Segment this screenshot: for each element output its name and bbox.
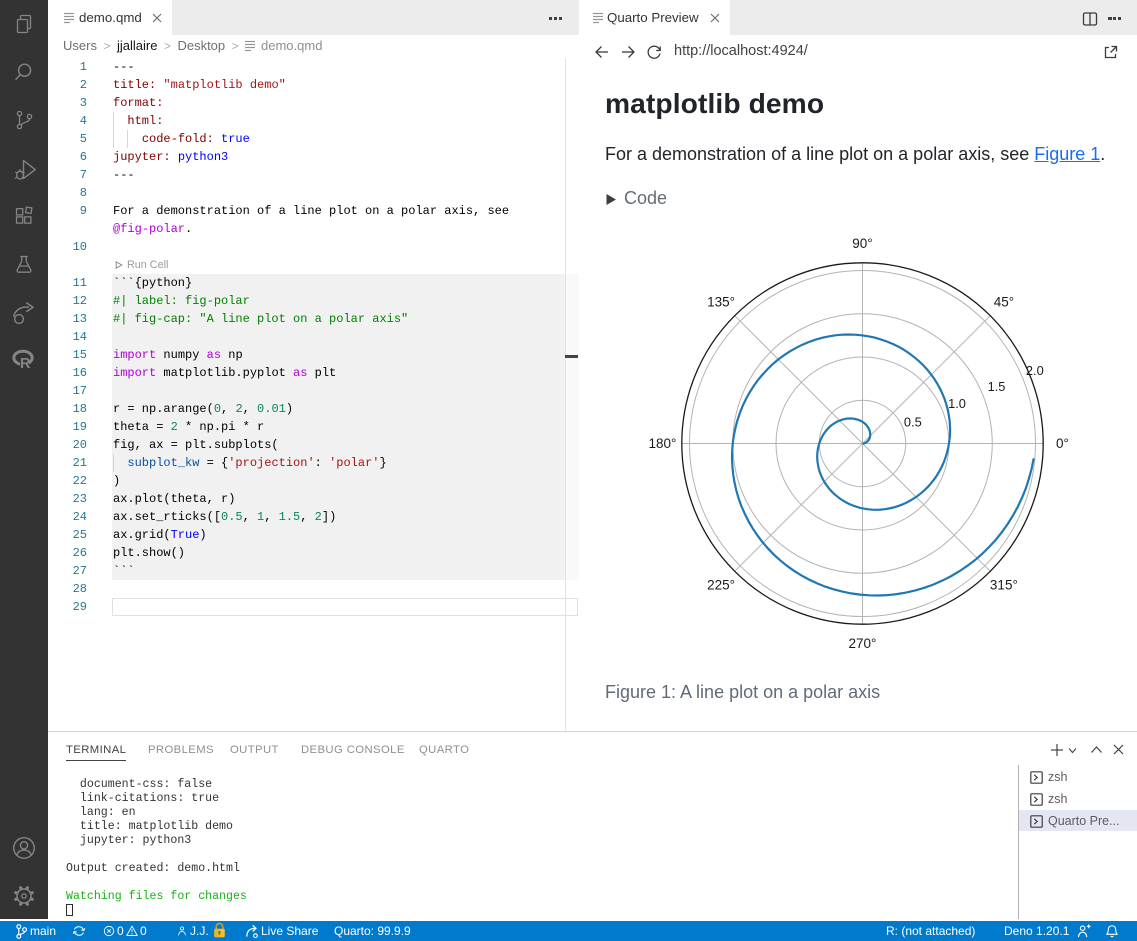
- svg-text:135°: 135°: [707, 295, 735, 310]
- svg-text:90°: 90°: [852, 236, 872, 251]
- svg-text:0.5: 0.5: [904, 415, 922, 430]
- svg-text:180°: 180°: [649, 436, 677, 451]
- svg-text:225°: 225°: [707, 577, 735, 592]
- svg-text:R: R: [20, 356, 31, 372]
- svg-text:45°: 45°: [994, 295, 1014, 310]
- svg-text:2.0: 2.0: [1026, 363, 1044, 378]
- svg-text:1.0: 1.0: [948, 396, 966, 411]
- svg-text:315°: 315°: [990, 577, 1018, 592]
- svg-text:0°: 0°: [1056, 436, 1069, 451]
- svg-text:1.5: 1.5: [988, 379, 1006, 394]
- svg-text:270°: 270°: [849, 636, 877, 651]
